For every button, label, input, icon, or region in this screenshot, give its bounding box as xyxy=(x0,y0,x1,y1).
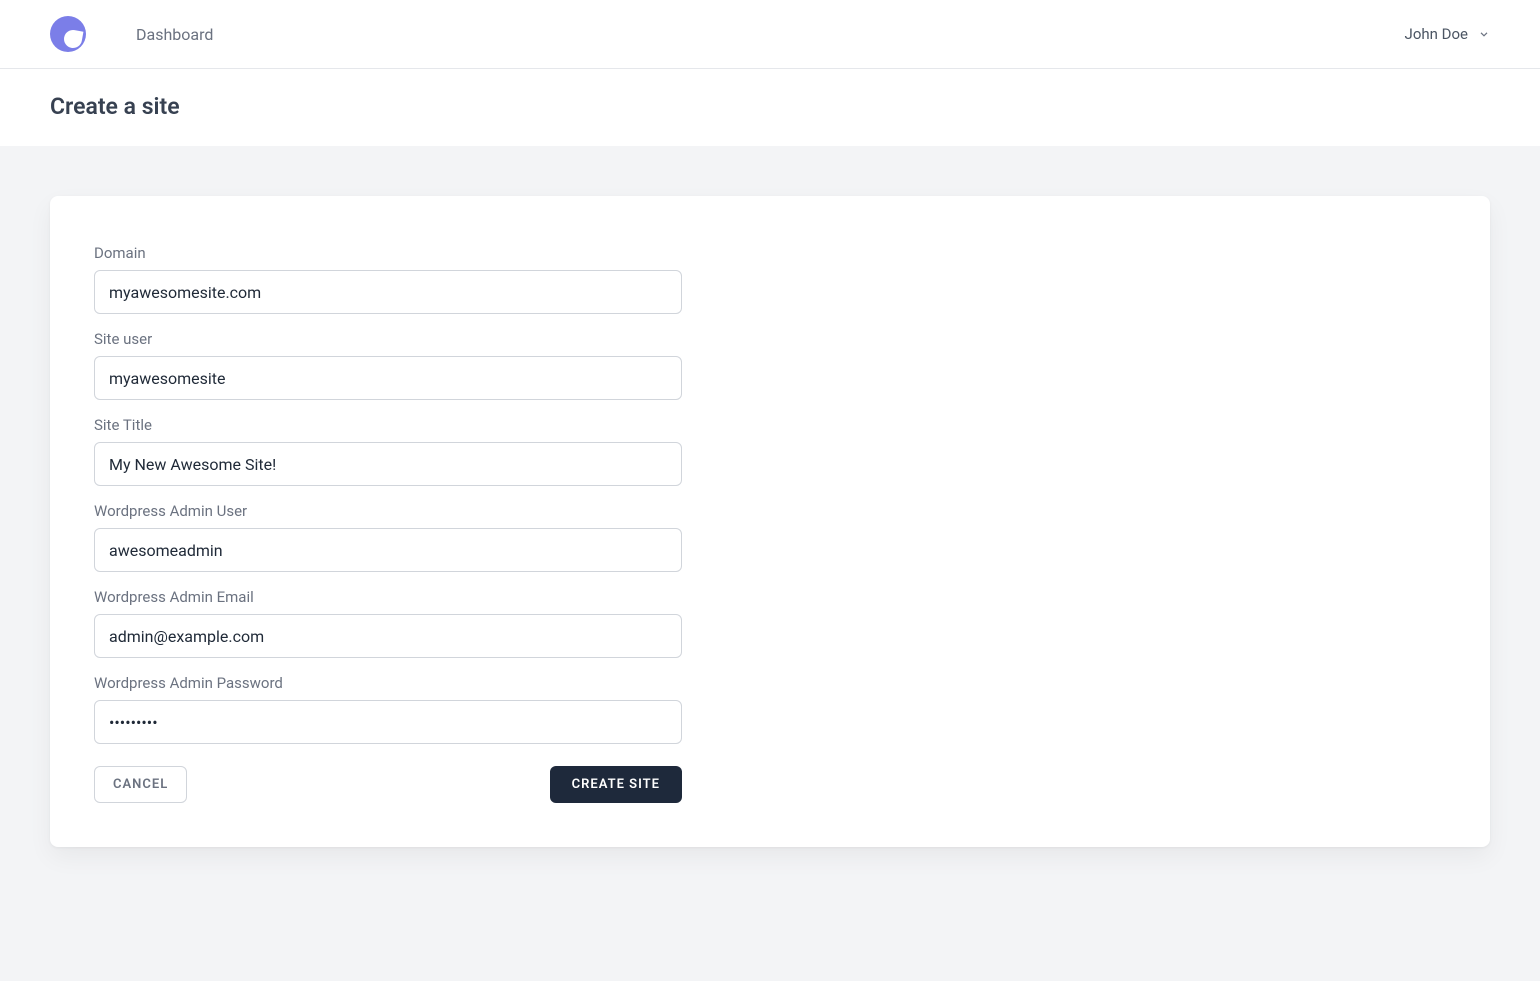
form-group-domain: Domain xyxy=(94,244,682,314)
page-header: Create a site xyxy=(0,68,1540,146)
cancel-button[interactable]: CANCEL xyxy=(94,766,187,803)
site-user-label: Site user xyxy=(94,330,682,348)
wp-admin-user-label: Wordpress Admin User xyxy=(94,502,682,520)
wp-admin-password-input[interactable] xyxy=(94,700,682,744)
site-title-input[interactable] xyxy=(94,442,682,486)
form-group-site-user: Site user xyxy=(94,330,682,400)
wp-admin-password-label: Wordpress Admin Password xyxy=(94,674,682,692)
create-site-form: Domain Site user Site Title Wordpress Ad… xyxy=(94,244,682,803)
form-group-site-title: Site Title xyxy=(94,416,682,486)
nav-dashboard[interactable]: Dashboard xyxy=(136,25,213,44)
brand-logo[interactable] xyxy=(50,16,86,52)
domain-label: Domain xyxy=(94,244,682,262)
topbar: Dashboard John Doe xyxy=(0,0,1540,68)
wp-admin-user-input[interactable] xyxy=(94,528,682,572)
button-row: CANCEL CREATE SITE xyxy=(94,766,682,803)
form-group-wp-admin-password: Wordpress Admin Password xyxy=(94,674,682,744)
form-group-wp-admin-email: Wordpress Admin Email xyxy=(94,588,682,658)
wp-admin-email-label: Wordpress Admin Email xyxy=(94,588,682,606)
create-site-button[interactable]: CREATE SITE xyxy=(550,766,682,803)
form-group-wp-admin-user: Wordpress Admin User xyxy=(94,502,682,572)
chevron-down-icon xyxy=(1478,28,1490,40)
content-area: Domain Site user Site Title Wordpress Ad… xyxy=(0,146,1540,897)
domain-input[interactable] xyxy=(94,270,682,314)
user-name: John Doe xyxy=(1405,25,1468,43)
user-menu[interactable]: John Doe xyxy=(1405,25,1490,43)
form-card: Domain Site user Site Title Wordpress Ad… xyxy=(50,196,1490,847)
wp-admin-email-input[interactable] xyxy=(94,614,682,658)
site-user-input[interactable] xyxy=(94,356,682,400)
page-title: Create a site xyxy=(50,93,1490,120)
site-title-label: Site Title xyxy=(94,416,682,434)
